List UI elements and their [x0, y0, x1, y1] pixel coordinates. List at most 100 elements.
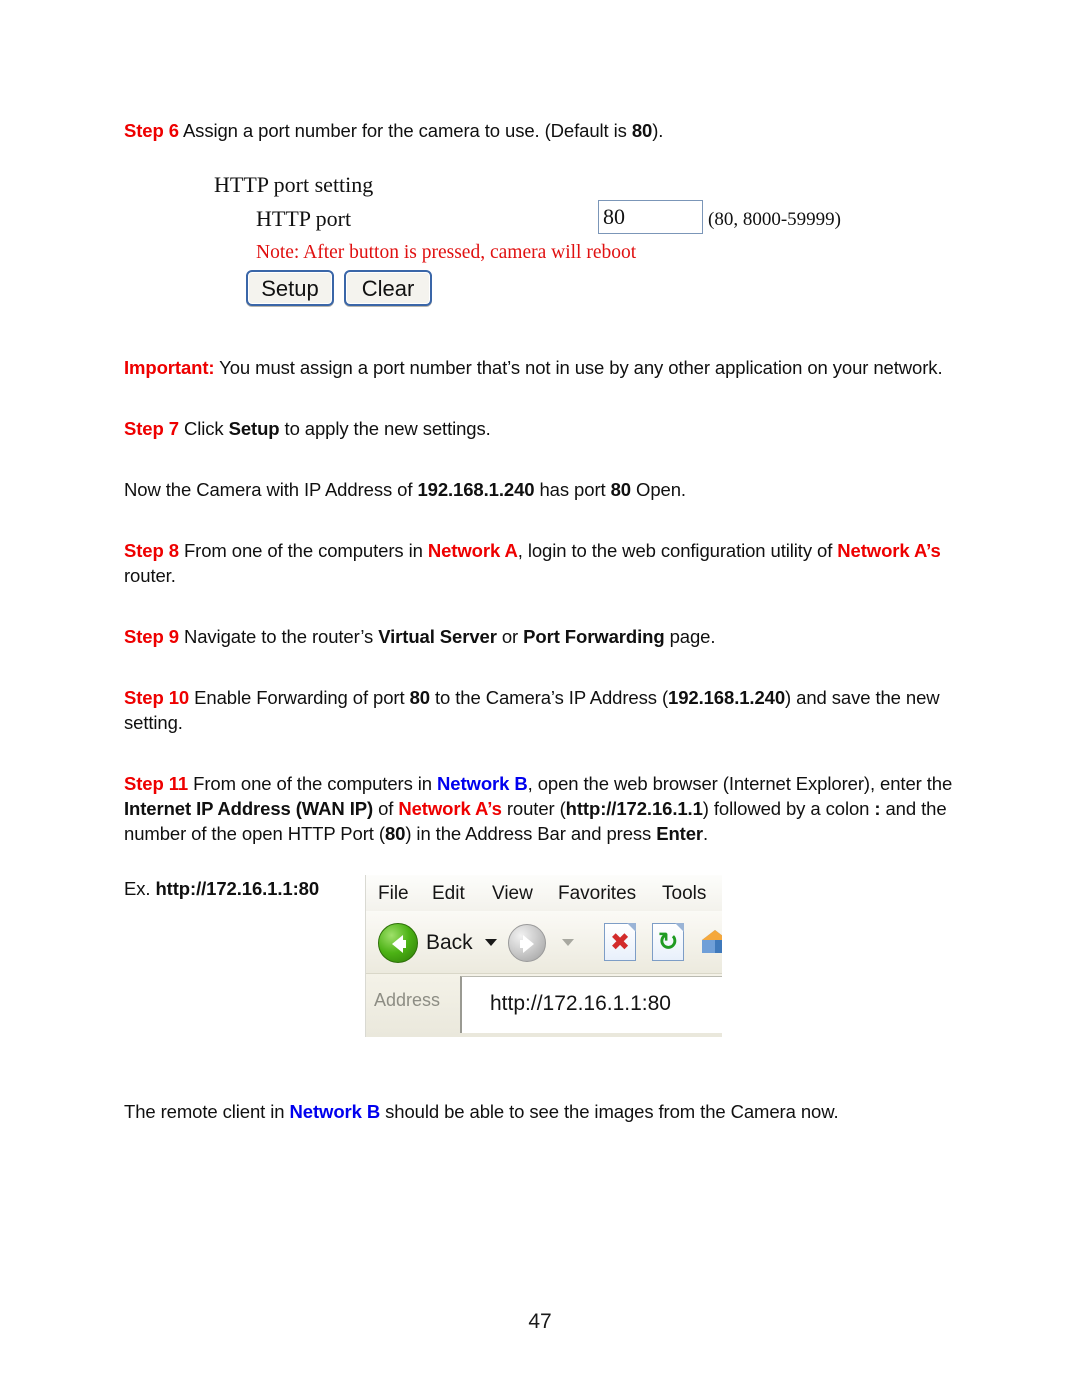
- step-11-text-5: ) followed by a colon: [702, 798, 875, 819]
- step-8-text-1: From one of the computers in: [178, 540, 428, 561]
- http-port-range-hint: (80, 8000-59999): [708, 209, 841, 230]
- paragraph-step-11: Step 11 From one of the computers in Net…: [124, 771, 964, 846]
- port-open-text-after: Open.: [630, 479, 686, 500]
- step-7-label: Step 7: [124, 418, 179, 439]
- step-6-text-after: ).: [652, 120, 664, 141]
- menu-item-view[interactable]: View: [492, 883, 533, 905]
- step-10-port: 80: [409, 687, 430, 708]
- camera-port: 80: [610, 479, 631, 500]
- paragraph-important: Important: You must assign a port number…: [124, 355, 964, 380]
- home-icon[interactable]: [700, 927, 722, 955]
- step-11-router-url: http://172.16.1.1: [565, 798, 703, 819]
- camera-ip-address: 192.168.1.240: [417, 479, 535, 500]
- step-10-text-2: to the Camera’s IP Address (: [429, 687, 669, 708]
- reboot-note: Note: After button is pressed, camera wi…: [256, 242, 637, 263]
- step-11-text-2: , open the web browser (Internet Explore…: [527, 773, 953, 794]
- step-11-wan-ip-phrase: Internet IP Address (WAN IP): [124, 798, 374, 819]
- step-9-text-3: page.: [664, 626, 716, 647]
- browser-menu-bar: File Edit View Favorites Tools: [366, 875, 722, 912]
- step-6-default-port: 80: [631, 120, 653, 141]
- forward-history-chevron-down-icon: [562, 939, 574, 946]
- menu-item-file[interactable]: File: [378, 883, 409, 905]
- back-arrow-icon[interactable]: [378, 923, 418, 963]
- menu-item-tools[interactable]: Tools: [662, 883, 706, 905]
- address-input[interactable]: http://172.16.1.1:80: [460, 976, 722, 1033]
- step-7-setup-word: Setup: [228, 418, 280, 439]
- step-11-text-4: router (: [501, 798, 566, 819]
- step-11-network-a-possessive: Network A’s: [398, 798, 502, 819]
- refresh-icon[interactable]: ↻: [652, 923, 684, 961]
- internet-explorer-toolbar-screenshot: File Edit View Favorites Tools Back ✖ ↻ …: [365, 875, 722, 1037]
- step-9-port-forwarding: Port Forwarding: [523, 626, 665, 647]
- step-7-text-after: to apply the new settings.: [279, 418, 491, 439]
- step-11-network-b: Network B: [437, 773, 528, 794]
- clear-button[interactable]: Clear: [344, 270, 432, 306]
- http-port-label: HTTP port: [256, 206, 352, 231]
- back-button-label[interactable]: Back: [426, 931, 473, 955]
- document-page: Step 6 Assign a port number for the came…: [0, 0, 1080, 1397]
- refresh-glyph: ↻: [657, 927, 679, 956]
- step-6-text-before: Assign a port number for the camera to u…: [178, 120, 632, 141]
- step-10-label: Step 10: [124, 687, 190, 708]
- example-url-value: http://172.16.1.1:80: [155, 878, 320, 899]
- step-11-http-port: 80: [384, 823, 406, 844]
- step-7-text-before: Click: [178, 418, 229, 439]
- browser-address-bar: Address http://172.16.1.1:80: [366, 974, 722, 1037]
- paragraph-port-open: Now the Camera with IP Address of 192.16…: [124, 477, 964, 502]
- important-label: Important:: [124, 357, 215, 378]
- setup-button[interactable]: Setup: [246, 270, 334, 306]
- step-11-text-8: .: [703, 823, 709, 844]
- http-port-setting-heading: HTTP port setting: [214, 172, 374, 197]
- paragraph-step-10: Step 10 Enable Forwarding of port 80 to …: [124, 685, 964, 735]
- paragraph-step-8: Step 8 From one of the computers in Netw…: [124, 538, 964, 588]
- paragraph-step-7: Step 7 Click Setup to apply the new sett…: [124, 416, 964, 441]
- form-button-row: Setup Clear: [246, 270, 442, 306]
- step-9-label: Step 9: [124, 626, 179, 647]
- forward-arrow-icon: [508, 924, 546, 962]
- paragraph-step-6: Step 6 Assign a port number for the came…: [124, 118, 964, 143]
- port-open-text-mid: has port: [534, 479, 611, 500]
- address-bar-label: Address: [374, 990, 441, 1010]
- step-9-text-2: or: [496, 626, 524, 647]
- step-9-text-1: Navigate to the router’s: [178, 626, 379, 647]
- step-6-label: Step 6: [124, 120, 179, 141]
- step-8-label: Step 8: [124, 540, 179, 561]
- menu-item-edit[interactable]: Edit: [432, 883, 465, 905]
- step-10-text-1: Enable Forwarding of port: [189, 687, 410, 708]
- step-11-text-7: ) in the Address Bar and press: [405, 823, 657, 844]
- camera-http-port-form-screenshot: HTTP port setting HTTP port 80 (80, 8000…: [200, 172, 880, 317]
- step-10-camera-ip: 192.168.1.240: [668, 687, 786, 708]
- step-8-network-a: Network A: [427, 540, 518, 561]
- paragraph-closing: The remote client in Network B should be…: [124, 1099, 964, 1124]
- address-input-value: http://172.16.1.1:80: [490, 992, 671, 1015]
- step-11-enter-key: Enter: [656, 823, 704, 844]
- step-11-text-1: From one of the computers in: [188, 773, 438, 794]
- browser-navigation-toolbar: Back ✖ ↻: [366, 911, 722, 974]
- paragraph-step-9: Step 9 Navigate to the router’s Virtual …: [124, 624, 964, 649]
- step-8-network-a-possessive: Network A’s: [837, 540, 941, 561]
- page-number: 47: [528, 1310, 552, 1333]
- closing-text-2: should be able to see the images from th…: [380, 1101, 839, 1122]
- step-11-label: Step 11: [124, 773, 189, 794]
- step-11-text-3: of: [373, 798, 399, 819]
- step-8-text-2: , login to the web configuration utility…: [517, 540, 838, 561]
- step-9-virtual-server: Virtual Server: [378, 626, 497, 647]
- important-text: You must assign a port number that’s not…: [214, 357, 943, 378]
- port-open-text-before: Now the Camera with IP Address of: [124, 479, 418, 500]
- example-prefix: Ex.: [124, 878, 156, 899]
- http-port-input[interactable]: 80: [598, 200, 703, 234]
- back-history-chevron-down-icon[interactable]: [485, 939, 497, 946]
- step-8-text-3: router.: [124, 565, 176, 586]
- closing-text-1: The remote client in: [124, 1101, 290, 1122]
- stop-icon[interactable]: ✖: [604, 923, 636, 961]
- menu-item-favorites[interactable]: Favorites: [558, 883, 636, 905]
- stop-glyph: ✖: [609, 928, 631, 956]
- closing-network-b: Network B: [289, 1101, 381, 1122]
